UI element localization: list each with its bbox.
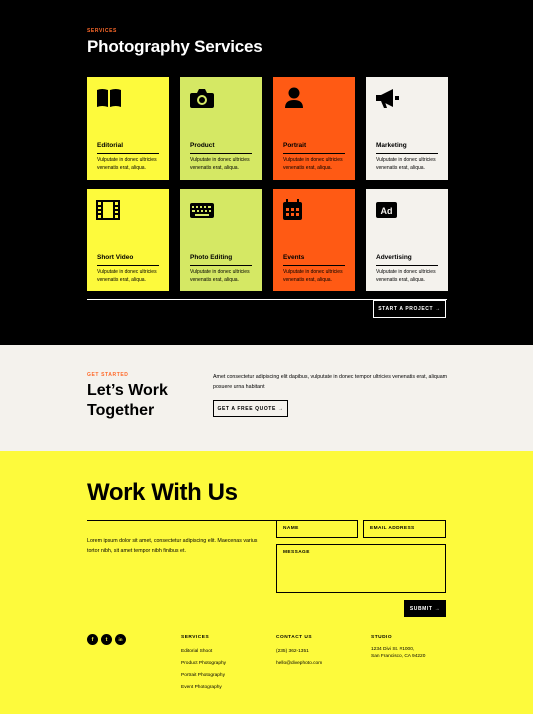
work-title: Work With Us bbox=[87, 479, 238, 506]
service-card-divider bbox=[283, 153, 345, 154]
service-card-title: Advertising bbox=[376, 254, 412, 261]
message-field[interactable]: MESSAGE bbox=[276, 544, 446, 593]
footer-contact-heading: CONTACT US bbox=[276, 635, 313, 640]
keyboard-icon bbox=[189, 199, 215, 221]
email-field-label: EMAIL ADDRESS bbox=[370, 526, 415, 531]
service-card-desc: Vulputate in donec ultricies venenatis e… bbox=[283, 157, 343, 171]
work-divider bbox=[87, 520, 277, 521]
service-card-photo-editing[interactable]: Photo Editing Vulputate in donec ultrici… bbox=[180, 189, 262, 291]
user-icon bbox=[282, 87, 308, 109]
services-section: SERVICES Photography Services Editorial … bbox=[0, 0, 533, 345]
service-card-desc: Vulputate in donec ultricies venenatis e… bbox=[283, 269, 343, 283]
service-card-divider bbox=[376, 153, 438, 154]
footer-link[interactable]: Product Photography bbox=[181, 658, 226, 670]
facebook-icon[interactable]: f bbox=[87, 634, 98, 645]
service-card-title: Editorial bbox=[97, 142, 124, 149]
footer-services-heading: SERVICES bbox=[181, 635, 210, 640]
service-card-desc: Vulputate in donec ultricies venenatis e… bbox=[190, 269, 250, 283]
twitter-icon[interactable]: t bbox=[101, 634, 112, 645]
service-card-marketing[interactable]: Marketing Vulputate in donec ultricies v… bbox=[366, 77, 448, 180]
service-card-title: Product bbox=[190, 142, 215, 149]
svg-text:Ad: Ad bbox=[381, 206, 393, 216]
email-field[interactable]: EMAIL ADDRESS bbox=[363, 520, 446, 538]
service-card-title: Short Video bbox=[97, 254, 134, 261]
message-field-label: MESSAGE bbox=[283, 550, 310, 555]
get-started-eyebrow: GET STARTED bbox=[87, 372, 129, 378]
service-card-product[interactable]: Product Vulputate in donec ultricies ven… bbox=[180, 77, 262, 180]
services-eyebrow: SERVICES bbox=[87, 28, 117, 34]
service-card-title: Portrait bbox=[283, 142, 307, 149]
service-card-title: Photo Editing bbox=[190, 254, 233, 261]
service-card-divider bbox=[190, 265, 252, 266]
service-card-divider bbox=[97, 153, 159, 154]
work-intro: Lorem ipsum dolor sit amet, consectetur … bbox=[87, 538, 258, 554]
service-card-short-video[interactable]: Short Video Vulputate in donec ultricies… bbox=[87, 189, 169, 291]
start-project-button[interactable]: START A PROJECT → bbox=[373, 300, 446, 318]
service-card-divider bbox=[190, 153, 252, 154]
footer-address-line: San Francisco, CA 94220 bbox=[371, 654, 426, 659]
footer-services: SERVICES Editorial Shoot Product Photogr… bbox=[181, 635, 226, 694]
ad-icon: Ad bbox=[375, 199, 401, 221]
service-card-desc: Vulputate in donec ultricies venenatis e… bbox=[376, 157, 436, 171]
footer-link[interactable]: Portrait Photography bbox=[181, 670, 226, 682]
footer-link[interactable]: Editorial Shoot bbox=[181, 646, 226, 658]
service-card-portrait[interactable]: Portrait Vulputate in donec ultricies ve… bbox=[273, 77, 355, 180]
footer-link[interactable]: Event Photography bbox=[181, 682, 226, 694]
service-card-desc: Vulputate in donec ultricies venenatis e… bbox=[376, 269, 436, 283]
service-card-title: Marketing bbox=[376, 142, 407, 149]
service-card-desc: Vulputate in donec ultricies venenatis e… bbox=[97, 157, 157, 171]
service-card-title: Events bbox=[283, 254, 305, 261]
name-field-label: NAME bbox=[283, 526, 299, 531]
get-started-title: Let’s Work Together bbox=[87, 382, 168, 419]
megaphone-icon bbox=[375, 87, 401, 109]
service-card-desc: Vulputate in donec ultricies venenatis e… bbox=[97, 269, 157, 283]
footer-studio-heading: STUDIO bbox=[371, 635, 393, 640]
film-icon bbox=[96, 199, 122, 221]
service-card-divider bbox=[97, 265, 159, 266]
linkedin-icon[interactable]: in bbox=[115, 634, 126, 645]
book-icon bbox=[96, 87, 122, 109]
footer-contact: CONTACT US (235) 362-1351 hello@divephot… bbox=[276, 635, 322, 670]
submit-button[interactable]: SUBMIT → bbox=[404, 600, 446, 617]
social-links: f t in bbox=[87, 634, 126, 645]
footer-address-line: 1234 Divi St. #1000, bbox=[371, 647, 415, 652]
service-card-divider bbox=[283, 265, 345, 266]
calendar-icon bbox=[282, 199, 308, 221]
work-section: Work With Us Lorem ipsum dolor sit amet,… bbox=[0, 451, 533, 714]
service-card-editorial[interactable]: Editorial Vulputate in donec ultricies v… bbox=[87, 77, 169, 180]
get-started-text: Amet consectetur adipiscing elit dapibus… bbox=[213, 374, 448, 390]
services-title: Photography Services bbox=[87, 37, 263, 56]
service-card-advertising[interactable]: Ad Advertising Vulputate in donec ultric… bbox=[366, 189, 448, 291]
footer-email[interactable]: hello@divephoto.com bbox=[276, 658, 322, 670]
services-grid: Editorial Vulputate in donec ultricies v… bbox=[87, 77, 448, 291]
name-field[interactable]: NAME bbox=[276, 520, 358, 538]
footer-phone[interactable]: (235) 362-1351 bbox=[276, 646, 322, 658]
get-started-section: GET STARTED Let’s Work Together Amet con… bbox=[0, 345, 533, 451]
service-card-divider bbox=[376, 265, 438, 266]
camera-icon bbox=[189, 87, 215, 109]
footer-studio: STUDIO 1234 Divi St. #1000, San Francisc… bbox=[371, 635, 425, 660]
free-quote-button[interactable]: GET A FREE QUOTE → bbox=[213, 400, 288, 417]
service-card-desc: Vulputate in donec ultricies venenatis e… bbox=[190, 157, 250, 171]
service-card-events[interactable]: Events Vulputate in donec ultricies vene… bbox=[273, 189, 355, 291]
